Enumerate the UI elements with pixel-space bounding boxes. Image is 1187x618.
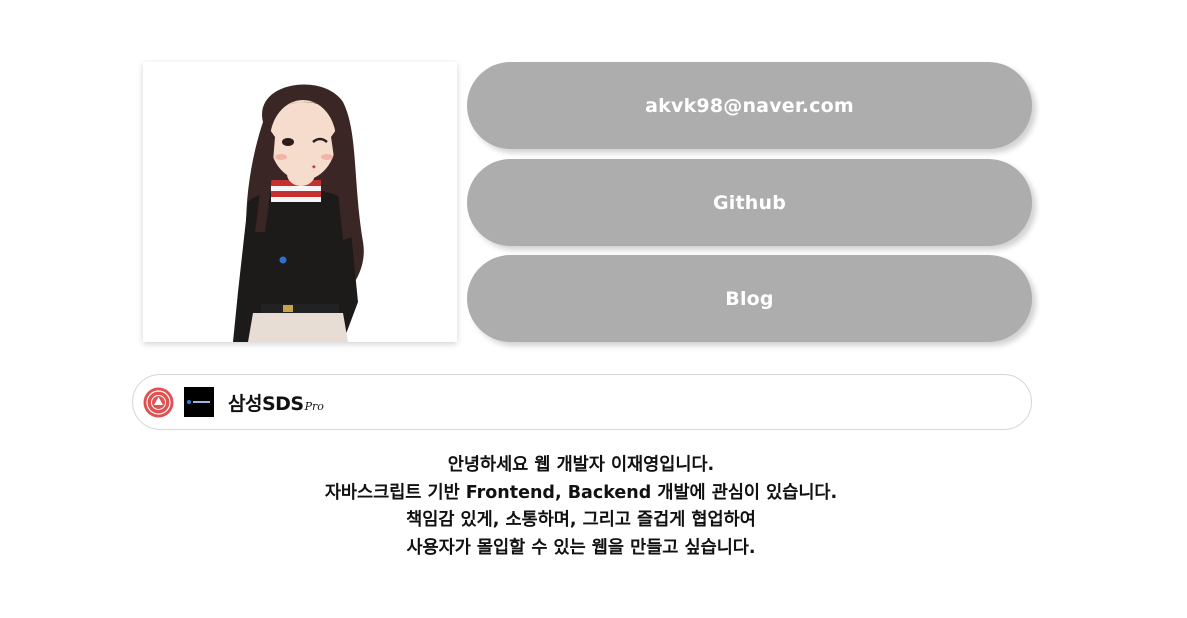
intro-line-2: 자바스크립트 기반 Frontend, Backend 개발에 관심이 있습니다…	[324, 482, 838, 503]
avatar	[143, 62, 457, 342]
intro-line-4: 사용자가 몰입할 수 있는 웹을 만들고 싶습니다.	[406, 537, 756, 558]
email-button[interactable]: akvk98@naver.com	[467, 62, 1032, 149]
email-button-label: akvk98@naver.com	[645, 94, 854, 117]
company-logo: 삼성SDS Pro	[228, 389, 324, 416]
profile-page: akvk98@naver.com Github Blog 삼성SDS Pro 안…	[0, 0, 1187, 618]
github-button[interactable]: Github	[467, 159, 1032, 246]
intro-line-1: 안녕하세요 웹 개발자 이재영입니다.	[447, 455, 715, 475]
intro-line-3: 책임감 있게, 소통하며, 그리고 즐겁게 협업하여	[406, 510, 756, 530]
experience-bar: 삼성SDS Pro	[132, 374, 1032, 430]
company-name: 삼성SDS	[228, 392, 304, 415]
company-suffix: Pro	[304, 399, 324, 413]
profile-photo	[143, 62, 457, 342]
bootcamp-logo-icon	[184, 387, 214, 417]
blog-button[interactable]: Blog	[467, 255, 1032, 342]
blog-button-label: Blog	[725, 287, 774, 310]
github-button-label: Github	[712, 191, 787, 214]
university-seal-icon	[143, 387, 174, 417]
intro-text: 안녕하세요 웹 개발자 이재영입니다. 자바스크립트 기반 Frontend, …	[132, 452, 1030, 562]
